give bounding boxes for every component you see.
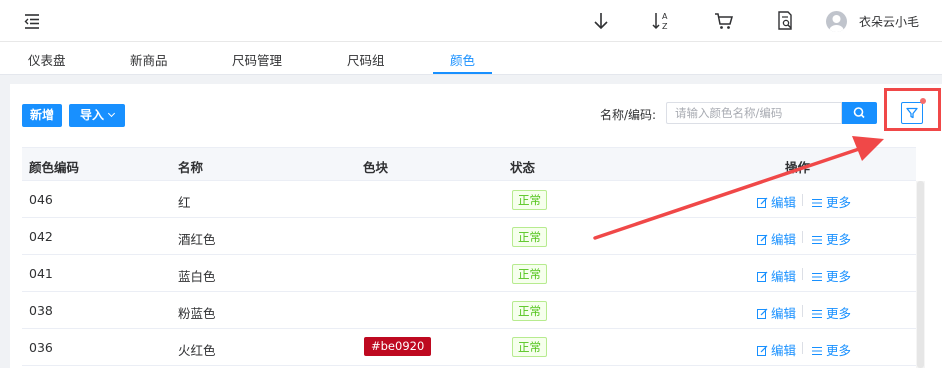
edit-icon xyxy=(757,345,768,356)
list-icon xyxy=(812,236,822,244)
list-icon xyxy=(812,347,822,355)
search-label: 名称/编码: xyxy=(600,108,657,122)
edit-icon xyxy=(757,234,768,245)
tabs-bar: 仪表盘 新商品 尺码管理 尺码组 颜色 xyxy=(0,42,942,75)
chevron-down-icon xyxy=(107,109,116,118)
edit-icon xyxy=(757,308,768,319)
edit-label: 编辑 xyxy=(771,195,797,210)
edit-label: 编辑 xyxy=(771,232,797,247)
tab-size-group[interactable]: 尺码组 xyxy=(347,50,385,69)
import-dropdown-button[interactable]: 导入 xyxy=(69,104,125,127)
cell-name: 粉蓝色 xyxy=(178,306,216,321)
cell-code: 036 xyxy=(29,340,53,355)
username[interactable]: 衣朵云小毛 xyxy=(859,13,919,30)
edit-link[interactable]: 编辑 xyxy=(757,229,796,248)
column-header-code: 颜色编码 xyxy=(29,160,80,175)
add-button-label: 新增 xyxy=(29,108,54,122)
sort-az-icon[interactable]: A Z xyxy=(651,10,673,32)
menu-fold-icon[interactable] xyxy=(22,11,42,31)
column-header-actions: 操作 xyxy=(785,160,811,175)
list-icon xyxy=(812,310,822,318)
more-label: 更多 xyxy=(826,195,852,210)
more-label: 更多 xyxy=(826,306,852,321)
table-row: 036 火红色 #be0920 正常 编辑 更多 xyxy=(22,329,916,366)
list-icon xyxy=(812,199,822,207)
table-row: 041 蓝白色 正常 编辑 更多 xyxy=(22,255,916,292)
import-button-label: 导入 xyxy=(79,108,104,122)
edit-label: 编辑 xyxy=(771,269,797,284)
download-icon[interactable] xyxy=(590,10,612,32)
cell-name: 红 xyxy=(178,195,191,210)
status-badge: 正常 xyxy=(512,190,547,210)
action-divider xyxy=(802,342,803,354)
user-icon xyxy=(829,15,844,32)
edit-label: 编辑 xyxy=(771,343,797,358)
more-link[interactable]: 更多 xyxy=(812,303,851,322)
svg-text:A: A xyxy=(662,12,668,21)
edit-link[interactable]: 编辑 xyxy=(757,303,796,322)
more-label: 更多 xyxy=(826,232,852,247)
edit-label: 编辑 xyxy=(771,306,797,321)
more-label: 更多 xyxy=(826,343,852,358)
table-header: 颜色编码 名称 色块 状态 操作 xyxy=(22,147,916,181)
cell-code: 038 xyxy=(29,303,53,318)
status-badge: 正常 xyxy=(512,264,547,284)
annotation-highlight-box xyxy=(884,88,941,131)
more-link[interactable]: 更多 xyxy=(812,229,851,248)
add-button[interactable]: 新增 xyxy=(22,104,62,127)
column-header-swatch: 色块 xyxy=(363,160,389,175)
more-link[interactable]: 更多 xyxy=(812,192,851,211)
top-navbar: A Z 衣朵云小毛 xyxy=(0,0,942,42)
action-divider xyxy=(802,305,803,317)
cart-icon[interactable] xyxy=(713,10,735,32)
tab-new-products[interactable]: 新商品 xyxy=(130,50,168,69)
table-scrollbar-thumb[interactable] xyxy=(917,181,924,368)
cell-code: 046 xyxy=(29,192,53,207)
column-header-name: 名称 xyxy=(178,160,204,175)
edit-link[interactable]: 编辑 xyxy=(757,192,796,211)
status-badge: 正常 xyxy=(512,301,547,321)
cell-name: 酒红色 xyxy=(178,232,216,247)
edit-icon xyxy=(757,271,768,282)
more-link[interactable]: 更多 xyxy=(812,340,851,359)
cell-name: 火红色 xyxy=(178,343,216,358)
avatar[interactable] xyxy=(826,11,847,32)
edit-link[interactable]: 编辑 xyxy=(757,266,796,285)
document-search-icon[interactable] xyxy=(774,10,796,32)
cell-code: 042 xyxy=(29,229,53,244)
status-badge: 正常 xyxy=(512,227,547,247)
action-divider xyxy=(802,268,803,280)
search-button[interactable] xyxy=(842,102,877,124)
search-input[interactable] xyxy=(666,102,842,124)
table-row: 038 粉蓝色 正常 编辑 更多 xyxy=(22,292,916,329)
action-divider xyxy=(802,231,803,243)
table-row: 046 红 正常 编辑 更多 xyxy=(22,181,916,218)
more-label: 更多 xyxy=(826,269,852,284)
edit-icon xyxy=(757,197,768,208)
tab-color[interactable]: 颜色 xyxy=(450,50,475,69)
edit-link[interactable]: 编辑 xyxy=(757,340,796,359)
search-icon xyxy=(853,107,865,119)
color-swatch: #be0920 xyxy=(364,337,432,356)
svg-text:Z: Z xyxy=(662,22,668,31)
column-header-status: 状态 xyxy=(510,160,536,175)
table-row: 042 酒红色 正常 编辑 更多 xyxy=(22,218,916,255)
cell-code: 041 xyxy=(29,266,53,281)
active-tab-indicator xyxy=(433,72,492,74)
cell-name: 蓝白色 xyxy=(178,269,216,284)
tab-dashboard[interactable]: 仪表盘 xyxy=(28,50,66,69)
more-link[interactable]: 更多 xyxy=(812,266,851,285)
list-icon xyxy=(812,273,822,281)
tab-size-management[interactable]: 尺码管理 xyxy=(232,50,282,69)
status-badge: 正常 xyxy=(512,337,547,357)
action-divider xyxy=(802,194,803,206)
